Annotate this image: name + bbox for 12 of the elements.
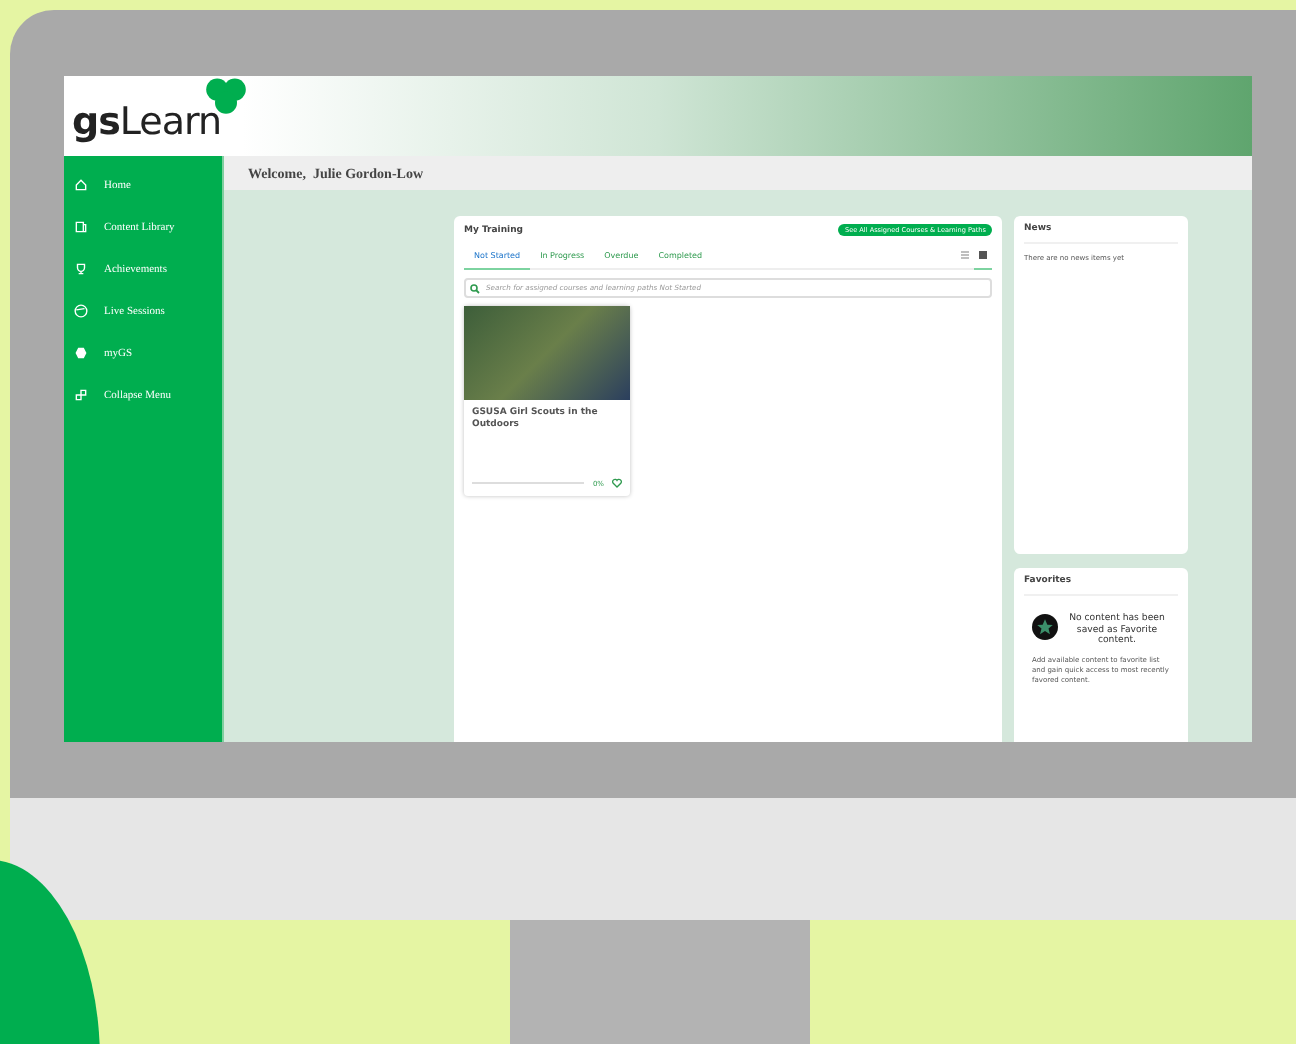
square-icon: [978, 250, 988, 260]
lines-icon: [960, 250, 970, 260]
house-icon: [74, 178, 88, 192]
grid-view-button[interactable]: [974, 246, 992, 270]
globe-icon: [74, 304, 88, 318]
star-icon: [1032, 614, 1058, 640]
squares-icon: [74, 388, 88, 402]
search-icon: [470, 283, 480, 293]
heart-icon[interactable]: [612, 478, 622, 488]
book-icon: [74, 220, 88, 234]
logo-text: gsLearn: [72, 100, 222, 144]
trophy-icon: [74, 262, 88, 276]
